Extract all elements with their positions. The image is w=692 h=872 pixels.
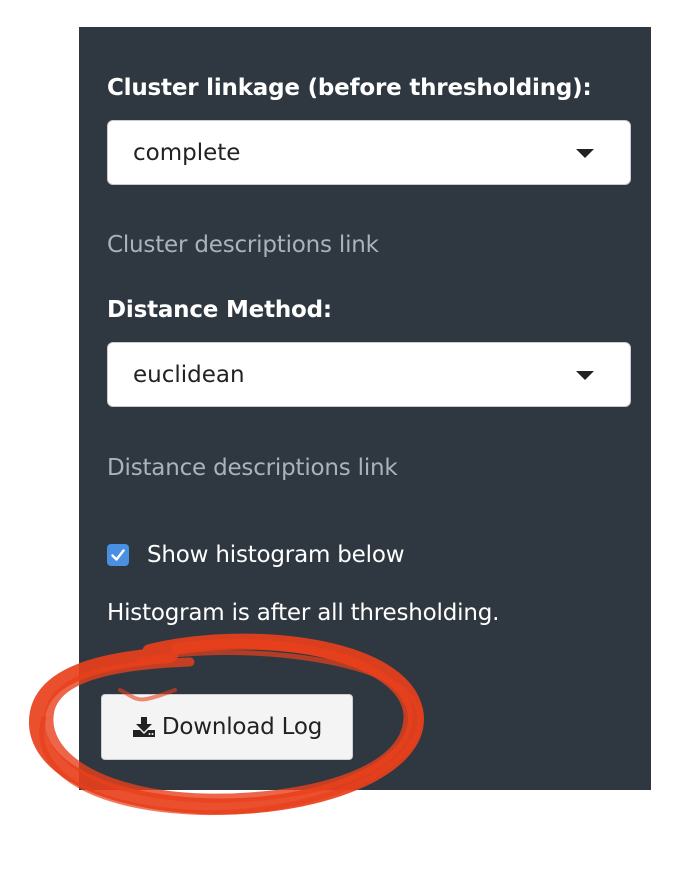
chevron-down-icon	[576, 149, 594, 158]
show-histogram-toggle[interactable]: Show histogram below	[107, 539, 405, 571]
download-icon	[132, 716, 156, 738]
cluster-linkage-label: Cluster linkage (before thresholding):	[107, 75, 592, 101]
cluster-linkage-select[interactable]: complete	[107, 120, 631, 185]
cluster-linkage-value: complete	[133, 140, 241, 166]
distance-method-value: euclidean	[133, 362, 245, 388]
download-log-button[interactable]: Download Log	[101, 694, 353, 760]
distance-method-select[interactable]: euclidean	[107, 342, 631, 407]
show-histogram-label: Show histogram below	[147, 542, 405, 568]
chevron-down-icon	[576, 371, 594, 380]
distance-method-label: Distance Method:	[107, 297, 332, 323]
cluster-descriptions-link[interactable]: Cluster descriptions link	[107, 232, 379, 258]
sidebar-panel: Cluster linkage (before thresholding): c…	[79, 27, 651, 790]
distance-descriptions-link[interactable]: Distance descriptions link	[107, 455, 398, 481]
stage: Cluster linkage (before thresholding): c…	[0, 0, 692, 872]
download-log-label: Download Log	[161, 714, 323, 740]
show-histogram-checkbox[interactable]	[107, 544, 129, 566]
checkmark-icon	[111, 549, 125, 561]
histogram-note: Histogram is after all thresholding.	[107, 600, 500, 626]
